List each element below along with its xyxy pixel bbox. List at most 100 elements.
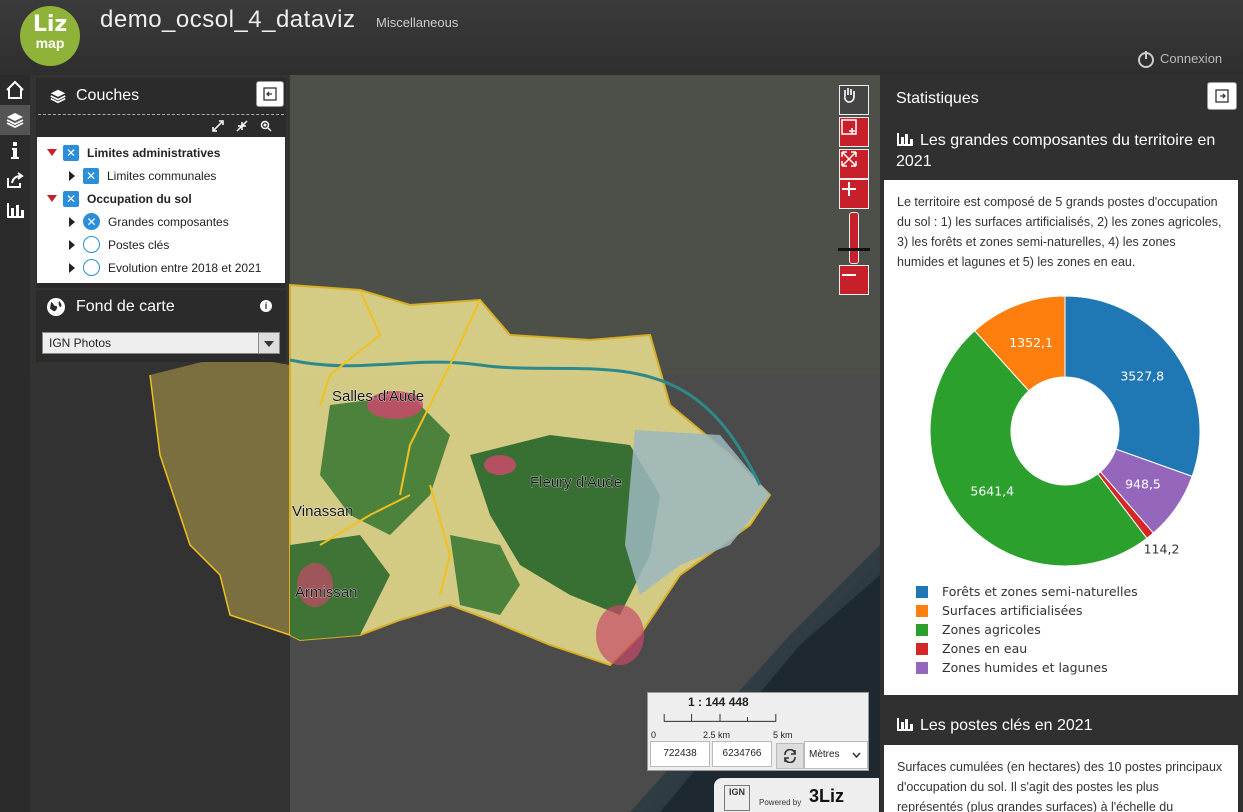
layers-icon <box>6 113 24 129</box>
scale-tick-mid: 2.5 km <box>703 730 731 740</box>
slice-value-label: 948,5 <box>1125 476 1161 491</box>
slice-value-label: 3527,8 <box>1120 369 1164 384</box>
zoom-in-button[interactable] <box>839 179 869 209</box>
layer-label: Postes clés <box>108 237 170 252</box>
layers-icon <box>50 89 66 104</box>
login-link[interactable]: Connexion <box>1138 50 1222 68</box>
minus-icon <box>842 274 856 276</box>
layer-group-occupation[interactable]: ✕ Occupation du sol <box>37 187 285 210</box>
collapse-right-icon <box>1215 89 1229 103</box>
legend-item[interactable]: Zones en eau <box>916 639 1138 658</box>
share-icon <box>7 172 24 188</box>
section2-title: Les postes clés en 2021 <box>896 715 1226 736</box>
layer-radio-checked[interactable]: ✕ <box>83 213 100 230</box>
bar-chart-icon <box>897 133 913 146</box>
donut-chart: 3527,8 948,5 114,2 5641,4 1352,1 <box>929 295 1201 567</box>
layer-evolution[interactable]: Evolution entre 2018 et 2021 <box>37 256 285 279</box>
units-value: Mètres <box>809 749 840 760</box>
legend-swatch <box>916 661 928 674</box>
chevron-down-icon <box>852 752 861 758</box>
section2-description: Surfaces cumulées (en hectares) des 10 p… <box>897 760 1223 812</box>
statistics-panel: Statistiques Les grandes composantes du … <box>880 75 1243 812</box>
zoom-slider-thumb[interactable] <box>838 248 870 251</box>
units-select[interactable]: Mètres <box>804 741 868 769</box>
place-label-salles: Salles-d'Aude <box>332 388 424 405</box>
collapsed-caret-icon[interactable] <box>69 170 75 181</box>
layer-checkbox[interactable]: ✕ <box>63 144 79 161</box>
legend-label: Forêts et zones semi-naturelles <box>942 584 1138 599</box>
layer-postes-cles[interactable]: Postes clés <box>37 233 285 256</box>
legend-item[interactable]: Forêts et zones semi-naturelles <box>916 582 1138 601</box>
coord-y-field[interactable]: 6234766 <box>712 741 772 767</box>
layer-label: Limites administratives <box>87 145 221 160</box>
layer-grandes-composantes[interactable]: ✕ Grandes composantes <box>37 210 285 233</box>
zoom-full-extent-button[interactable] <box>839 149 869 179</box>
expanded-caret-icon[interactable] <box>47 149 57 156</box>
layer-radio[interactable] <box>83 259 100 276</box>
app-header: Liz map demo_ocsol_4_dataviz Miscellaneo… <box>0 0 1243 75</box>
globe-icon <box>47 298 65 316</box>
scale-and-coords: 1 : 144 448 0 2.5 km 5 km 722438 6234766… <box>647 692 869 771</box>
nav-info[interactable] <box>0 135 30 165</box>
collapse-left-icon <box>263 87 277 101</box>
expand-all-icon[interactable] <box>212 120 224 132</box>
stats-panel-title: Statistiques <box>896 90 979 107</box>
info-icon[interactable]: i <box>260 300 272 312</box>
ign-logo[interactable]: IGN <box>724 785 750 811</box>
info-icon <box>11 142 19 159</box>
3liz-logo[interactable]: 3Liz <box>809 786 844 807</box>
zoom-out-button[interactable] <box>839 265 869 295</box>
basemap-select[interactable]: IGN Photos <box>42 332 280 354</box>
pan-button[interactable] <box>839 85 869 115</box>
legend-item[interactable]: Zones humides et lagunes <box>916 658 1138 677</box>
layer-tree: ✕ Limites administratives ✕ Limites comm… <box>37 137 285 283</box>
section2-title-text: Les postes clés en 2021 <box>920 717 1093 734</box>
home-icon <box>6 80 24 99</box>
zoom-box-icon <box>841 119 857 135</box>
layer-limites-communales[interactable]: ✕ Limites communales <box>37 164 285 187</box>
layers-panel-title: Couches <box>76 87 140 104</box>
collapsed-caret-icon[interactable] <box>69 216 75 227</box>
nav-dataviz[interactable] <box>0 195 30 225</box>
stats-collapse-button[interactable] <box>1207 82 1237 110</box>
layers-panel: Couches ✕ Limites administratives ✕ Limi… <box>36 78 286 288</box>
layer-radio[interactable] <box>83 236 100 253</box>
legend-label: Zones humides et lagunes <box>942 660 1108 675</box>
refresh-button[interactable] <box>776 743 804 769</box>
collapse-all-icon[interactable] <box>236 120 248 132</box>
place-label-armissan: Armissan <box>295 584 358 601</box>
chevron-down-icon <box>258 333 279 353</box>
slice-value-label: 114,2 <box>1144 542 1180 557</box>
nav-share[interactable] <box>0 165 30 195</box>
coord-x-field[interactable]: 722438 <box>650 741 710 767</box>
section1-description: Le territoire est composé de 5 grands po… <box>897 195 1222 269</box>
legend-item[interactable]: Zones agricoles <box>916 620 1138 639</box>
donut-slice[interactable] <box>1064 295 1201 478</box>
legend-swatch <box>916 623 928 636</box>
zoom-slider[interactable] <box>849 212 859 264</box>
zoom-box-button[interactable] <box>839 117 869 147</box>
hand-icon <box>843 88 855 103</box>
layers-collapse-button[interactable] <box>256 81 284 107</box>
nav-layers[interactable] <box>0 105 30 135</box>
basemap-selected-value: IGN Photos <box>49 336 112 350</box>
collapsed-caret-icon[interactable] <box>69 262 75 273</box>
power-icon <box>1138 50 1154 68</box>
basemap-panel: Fond de carte i IGN Photos <box>36 290 286 362</box>
section1-title: Les grandes composantes du territoire en… <box>896 130 1226 172</box>
legend-swatch <box>916 604 928 617</box>
lizmap-logo[interactable]: Liz map <box>20 6 80 66</box>
basemap-panel-title: Fond de carte <box>76 298 175 315</box>
zoom-to-layer-icon[interactable] <box>260 120 272 132</box>
collapsed-caret-icon[interactable] <box>69 239 75 250</box>
legend-item[interactable]: Surfaces artificialisées <box>916 601 1138 620</box>
nav-home[interactable] <box>0 75 30 105</box>
legend-label: Zones en eau <box>942 641 1028 656</box>
layer-group-limites[interactable]: ✕ Limites administratives <box>37 141 285 164</box>
layer-checkbox[interactable]: ✕ <box>63 190 79 207</box>
layer-checkbox[interactable]: ✕ <box>83 167 99 184</box>
bar-chart-icon <box>7 203 24 218</box>
expanded-caret-icon[interactable] <box>47 195 57 202</box>
expand-icon <box>841 151 857 167</box>
project-title: demo_ocsol_4_dataviz <box>100 6 356 33</box>
